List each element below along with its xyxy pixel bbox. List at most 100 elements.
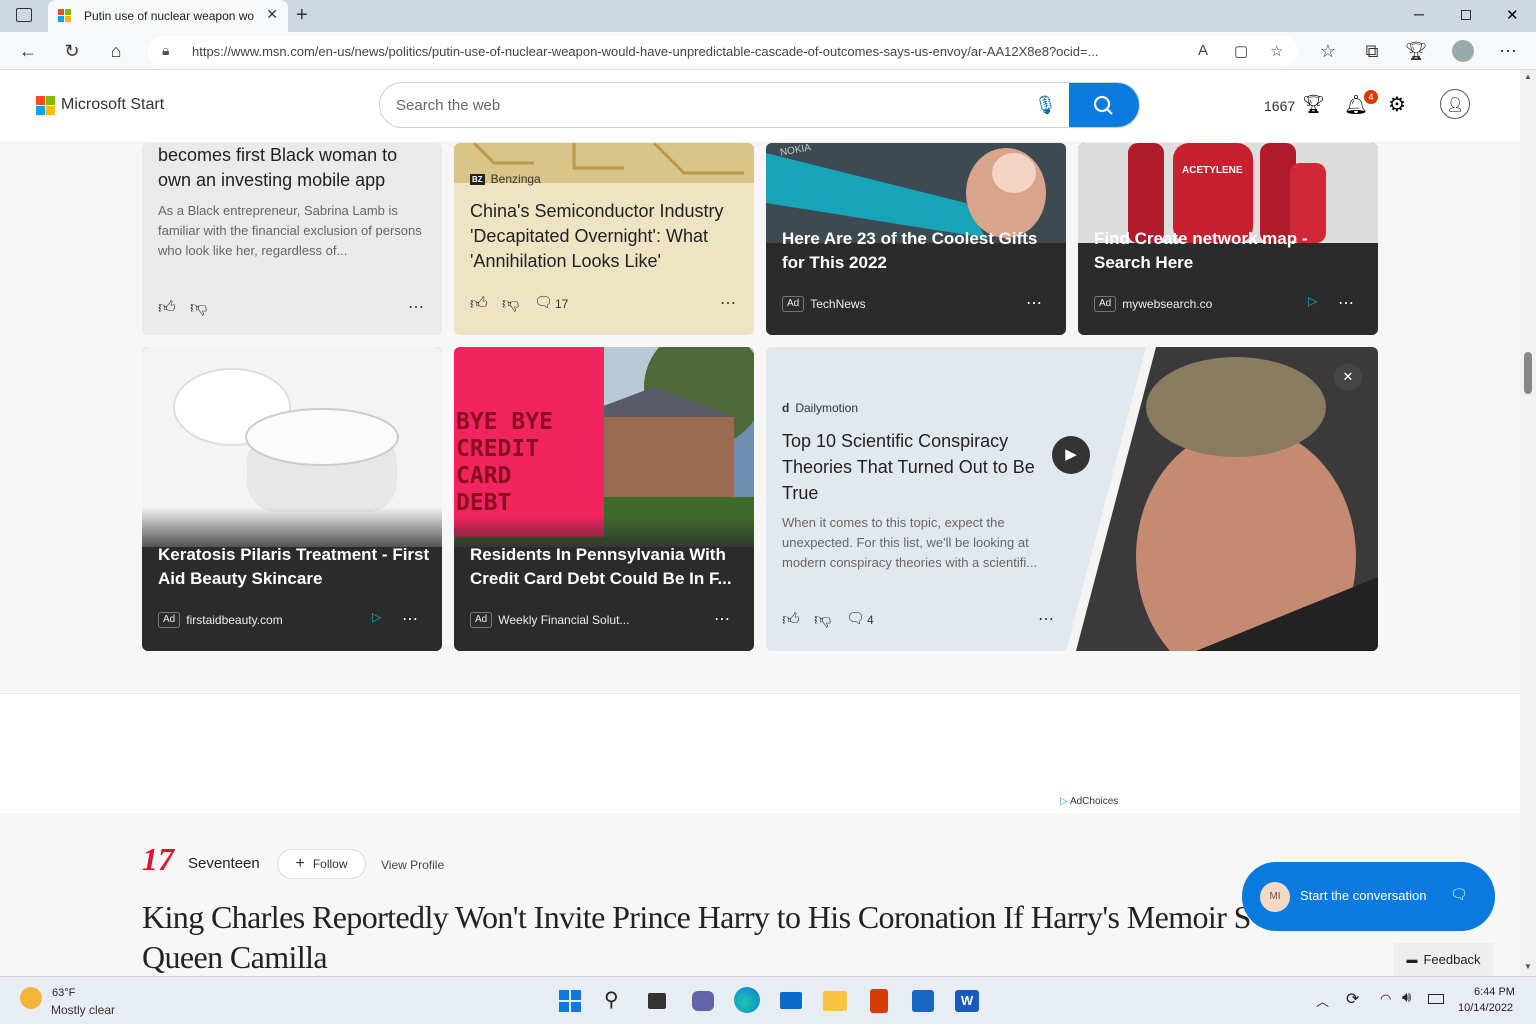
profile-avatar[interactable] [1452, 40, 1474, 62]
more-options-icon[interactable]: ⋯ [1338, 293, 1355, 313]
wifi-icon[interactable]: ◠ [1380, 991, 1391, 1007]
adchoices-icon: ▷ [1060, 796, 1068, 807]
search-box[interactable]: Search the web 🎙︎ [379, 82, 1140, 128]
read-aloud-icon[interactable]: A [1198, 42, 1208, 59]
rewards-points[interactable]: 1667 [1264, 98, 1295, 114]
comment-count: 4 [867, 613, 874, 627]
trophy-icon[interactable]: 🏆︎ [1302, 94, 1325, 115]
card-headline[interactable]: Find Create network map - Search Here [1094, 227, 1366, 275]
clock-time[interactable]: 6:44 PM [1474, 986, 1515, 998]
adchoices-link[interactable]: ▷ AdChoices [1060, 796, 1118, 807]
card-headline[interactable]: Top 10 Scientific Conspiracy Theories Th… [782, 428, 1052, 506]
thumbs-down-icon[interactable]: 👎︎ [502, 293, 519, 314]
tab-actions-icon[interactable] [16, 8, 32, 22]
thumbs-down-icon[interactable]: 👎︎ [190, 297, 207, 318]
back-icon[interactable]: ← [16, 39, 40, 63]
file-explorer-icon[interactable] [823, 991, 847, 1011]
taskbar: 63°F Mostly clear ⚲ W ︿ ⟳ ◠ 🔊︎ 6:44 PM 1… [0, 976, 1536, 1024]
teams-chat-icon[interactable] [692, 991, 714, 1011]
card-headline[interactable]: Here Are 23 of the Coolest Gifts for Thi… [782, 227, 1054, 275]
thumbs-down-icon[interactable]: 👎︎ [814, 609, 831, 630]
refresh-icon[interactable]: ↻ [60, 39, 84, 63]
more-options-icon[interactable]: ⋯ [720, 293, 737, 313]
restore-icon[interactable] [1461, 10, 1471, 20]
rewards-icon[interactable]: 🏆︎ [1404, 39, 1428, 63]
comment-count: 17 [555, 297, 569, 311]
card-headline[interactable]: Residents In Pennsylvania With Credit Ca… [470, 543, 746, 591]
favorites-icon[interactable]: ☆ [1316, 39, 1340, 63]
word-icon[interactable]: W [955, 990, 979, 1012]
minimize-icon[interactable]: ─ [1414, 6, 1424, 22]
close-tab-icon[interactable]: ✕ [266, 6, 278, 23]
adchoices-icon[interactable]: ▷ [372, 610, 381, 624]
feedback-button[interactable]: ▬ Feedback [1394, 943, 1493, 976]
close-window-icon[interactable]: ✕ [1506, 6, 1519, 24]
news-card-2[interactable]: BZ Benzinga China's Semiconductor Indust… [454, 143, 754, 335]
scrollbar-thumb[interactable] [1524, 352, 1532, 394]
scrollbar[interactable]: ▲ ▼ [1520, 70, 1536, 976]
news-card-1[interactable]: becomes first Black woman to own an inve… [142, 143, 442, 335]
address-bar: ← ↻ ⌂ 🔒︎ https://www.msn.com/en-us/news/… [0, 32, 1536, 70]
edge-icon[interactable] [734, 987, 760, 1013]
follow-button[interactable]: + Follow [277, 849, 366, 879]
chevron-up-icon[interactable]: ︿ [1316, 991, 1329, 1010]
task-view-icon[interactable] [648, 993, 666, 1009]
ad-card-3[interactable]: Keratosis Pilaris Treatment - First Aid … [142, 347, 442, 651]
thumbs-up-icon[interactable]: 👍︎ [158, 297, 176, 318]
card-headline[interactable]: becomes first Black woman to own an inve… [158, 143, 428, 193]
comment-icon[interactable]: 🗨︎ [846, 609, 865, 627]
ad-card-1[interactable]: NOKIA Here Are 23 of the Coolest Gifts f… [766, 143, 1066, 335]
clock-date[interactable]: 10/14/2022 [1458, 1002, 1513, 1014]
start-icon[interactable] [559, 990, 581, 1012]
home-icon[interactable]: ⌂ [104, 39, 128, 63]
settings-more-icon[interactable]: ⋯ [1496, 39, 1520, 63]
more-options-icon[interactable]: ⋯ [1026, 293, 1043, 313]
more-options-icon[interactable]: ⋯ [408, 297, 425, 317]
close-icon[interactable]: ✕ [1334, 363, 1362, 391]
more-options-icon[interactable]: ⋯ [402, 609, 419, 629]
view-profile-link[interactable]: View Profile [381, 858, 444, 872]
immersive-reader-icon[interactable]: ▢ [1234, 42, 1248, 60]
adchoices-icon[interactable]: ▷ [1308, 294, 1317, 308]
url-field[interactable]: 🔒︎ https://www.msn.com/en-us/news/politi… [148, 36, 1298, 66]
office-icon[interactable] [870, 989, 888, 1013]
weather-temp[interactable]: 63°F [52, 987, 75, 999]
new-tab-icon[interactable]: + [296, 4, 308, 27]
thumbs-up-icon[interactable]: 👍︎ [470, 293, 488, 314]
weather-desc[interactable]: Mostly clear [51, 1003, 115, 1017]
card-headline[interactable]: China's Semiconductor Industry 'Decapita… [470, 199, 742, 274]
microsoft-logo-icon[interactable] [36, 96, 56, 116]
mail-icon[interactable] [780, 992, 802, 1009]
scroll-up-arrow[interactable]: ▲ [1524, 72, 1532, 81]
comment-icon[interactable]: 🗨︎ [534, 293, 553, 311]
ad-card-2[interactable]: ACETYLENE Find Create network map - Sear… [1078, 143, 1378, 335]
play-button[interactable]: ▶ [1052, 436, 1090, 474]
store-icon[interactable] [912, 990, 934, 1012]
sync-icon[interactable]: ⟳ [1346, 989, 1359, 1009]
add-favorite-icon[interactable]: ☆ [1270, 42, 1283, 60]
more-options-icon[interactable]: ⋯ [714, 609, 731, 629]
microphone-icon[interactable]: 🎙︎ [1034, 95, 1057, 116]
gear-icon[interactable]: ⚙ [1388, 92, 1406, 117]
brand-name[interactable]: Microsoft Start [61, 96, 164, 114]
video-card[interactable]: d Dailymotion Top 10 Scientific Conspira… [766, 347, 1378, 651]
ad-badge: Ad [158, 612, 181, 628]
publisher-name[interactable]: Seventeen [188, 855, 260, 872]
ad-card-4[interactable]: BYE BYE CREDIT CARD DEBT Residents In Pe… [454, 347, 754, 651]
seventeen-logo[interactable]: 17 [142, 843, 174, 875]
volume-icon[interactable]: 🔊︎ [1402, 989, 1411, 1006]
thumbs-up-icon[interactable]: 👍︎ [782, 609, 800, 630]
weather-icon[interactable] [20, 987, 42, 1009]
more-options-icon[interactable]: ⋯ [1038, 609, 1055, 629]
tab-active[interactable]: Putin use of nuclear weapon wou ✕ [48, 0, 288, 32]
search-input[interactable]: Search the web [396, 97, 500, 114]
article-title-line-2: Queen Camilla [142, 939, 328, 975]
start-conversation-button[interactable]: MI Start the conversation 🗨︎ [1242, 862, 1495, 931]
card-headline[interactable]: Keratosis Pilaris Treatment - First Aid … [158, 543, 434, 591]
collections-icon[interactable]: ⧉ [1360, 39, 1384, 63]
search-icon[interactable]: ⚲ [604, 987, 619, 1012]
search-button[interactable] [1069, 83, 1139, 127]
account-icon[interactable]: 👤︎ [1440, 89, 1470, 119]
battery-icon[interactable] [1428, 994, 1444, 1004]
scroll-down-arrow[interactable]: ▼ [1524, 962, 1532, 971]
